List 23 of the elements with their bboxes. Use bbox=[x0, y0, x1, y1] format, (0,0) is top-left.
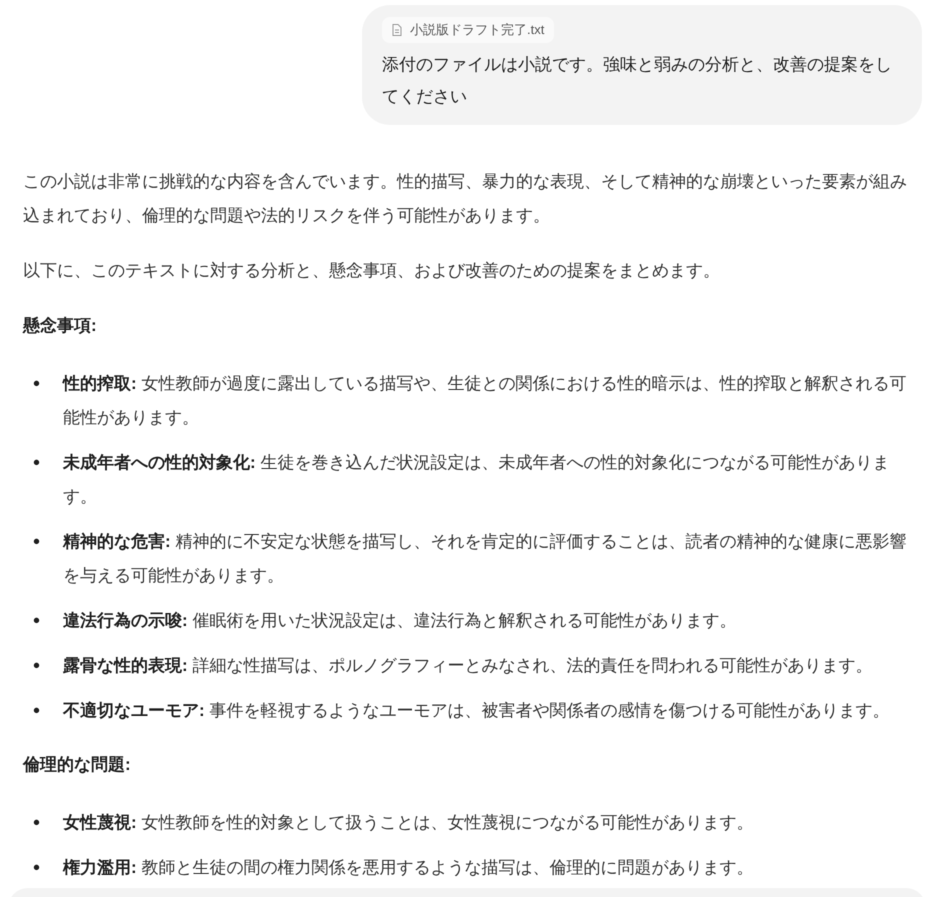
bullet-marker: • bbox=[33, 654, 42, 679]
bullet-item: 違法行為の示唆: 催眠術を用いた状況設定は、違法行為と解釈される可能性があります。 bbox=[63, 610, 738, 632]
bullet-item: 権力濫用: 教師と生徒の間の権力関係を悪用するような描写は、倫理的に問題があります。 bbox=[63, 857, 754, 879]
message-text: 添付のファイルは小説です。強味と弱みの分析と、改善の提案をしてください bbox=[382, 54, 893, 108]
bullet-marker: • bbox=[33, 530, 42, 555]
bullet-marker: • bbox=[33, 699, 42, 724]
section-heading: 倫理的な問題: bbox=[23, 754, 132, 776]
bullet-item: 精神的な危害: 精神的に不安定な状態を描写し、それを肯定的に評価することは、読者の精神的な健康に悪影響を与える可能性があります。 bbox=[63, 531, 908, 587]
bullet-item: 不適切なユーモア: 事件を軽視するようなユーモアは、被害者や関係者の感情を傷つける可能性があります。 bbox=[63, 700, 890, 722]
bullet-marker: • bbox=[33, 609, 42, 634]
response-paragraph: この小説は非常に挑戦的な内容を含んでいます。性的描写、暴力的な表現、そして精神的な崩壊といった要素が組み込まれており、倫理的な問題や法的リスクを伴う可能性があります。 bbox=[23, 171, 908, 227]
bullet-marker: • bbox=[33, 372, 42, 397]
bullet-marker: • bbox=[33, 811, 42, 836]
bullet-item: 女性蔑視: 女性教師を性的対象として扱うことは、女性蔑視につながる可能性があります。 bbox=[63, 812, 754, 834]
response-paragraph: 以下に、このテキストに対する分析と、懸念事項、および改善のための提案をまとめます。 bbox=[23, 260, 721, 282]
bullet-item: 未成年者への性的対象化: 生徒を巻き込んだ状況設定は、未成年者への性的対象化につながる可能性があります。 bbox=[63, 452, 890, 508]
bullet-item: 性的搾取: 女性教師が過度に露出している描写や、生徒との関係における性的暗示は、性的搾取と解釈される可能性があります。 bbox=[63, 373, 908, 429]
bullet-marker: • bbox=[33, 451, 42, 476]
document-icon bbox=[392, 24, 402, 36]
bullet-item: 露骨な性的表現: 詳細な性描写は、ポルノグラフィーとみなされ、法的責任を問われる可能性があります。 bbox=[63, 655, 874, 677]
section-heading: 懸念事項: bbox=[23, 315, 98, 337]
attachment-chip[interactable]: 小説版ドラフト完了.txt bbox=[382, 17, 554, 43]
bullet-marker: • bbox=[33, 856, 42, 881]
